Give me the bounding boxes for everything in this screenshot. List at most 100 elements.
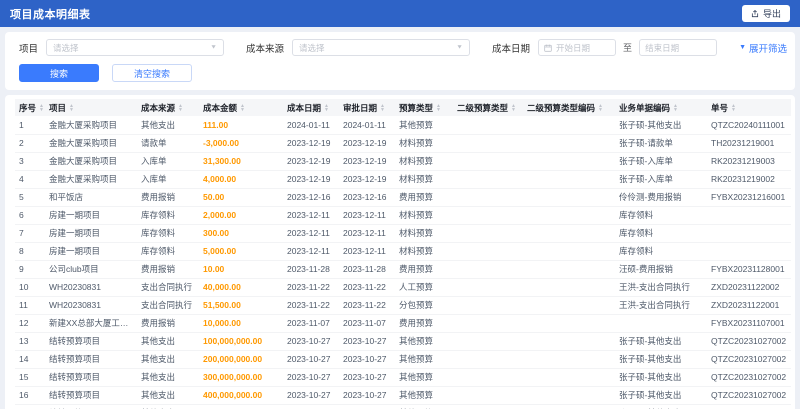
date-end-input[interactable] <box>645 42 712 53</box>
table-row: 8 房建一期项目 库存领料 5,000.00 2023-12-11 2023-12-11 材… <box>15 242 791 261</box>
column-header-4[interactable]: 成本金额 ▲ ▼ <box>199 99 283 116</box>
cell: 张子硕-其他支出 <box>615 386 707 405</box>
cell: 7 <box>15 224 45 243</box>
sort-icon[interactable]: ▲ ▼ <box>324 103 329 112</box>
cell: 300,000,000.00 <box>199 368 283 387</box>
cell: 2023-11-28 <box>283 260 339 279</box>
cell: 结转预算项目 <box>45 368 137 387</box>
cost-source-select-placeholder: 请选择 <box>299 42 325 53</box>
expand-filters-link[interactable]: ▼ 展开筛选 <box>739 41 787 55</box>
cell <box>523 134 615 153</box>
cell: 公司club项目 <box>45 260 137 279</box>
clear-search-button[interactable]: 清空搜索 <box>112 64 192 82</box>
cell: 2023-10-27 <box>283 350 339 369</box>
table-row: 7 房建一期项目 库存领料 300.00 2023-12-11 2023-12-11 材料预… <box>15 224 791 243</box>
cell: 房建一期项目 <box>45 224 137 243</box>
cell: 13 <box>15 332 45 351</box>
cell: RK20231219002 <box>707 170 791 189</box>
cell: 材料预算 <box>395 224 453 243</box>
column-header-10[interactable]: 业务单据编码 ▲ ▼ <box>615 99 707 116</box>
cell: FYBX20231216001 <box>707 188 791 207</box>
cell: 结转预算项目 <box>45 350 137 369</box>
column-header-7[interactable]: 预算类型 ▲ ▼ <box>395 99 453 116</box>
expand-filters-label: 展开筛选 <box>749 43 788 55</box>
cell: QTZC20240111001 <box>707 116 791 135</box>
cell: 2024-01-11 <box>339 116 395 135</box>
sort-icon[interactable]: ▲ ▼ <box>511 103 516 112</box>
cell: 4,000.00 <box>199 170 283 189</box>
cell: 张子硕-其他支出 <box>615 404 707 409</box>
column-label: 业务单据编码 <box>619 102 671 113</box>
search-button[interactable]: 搜索 <box>19 64 99 82</box>
cell: 2023-12-19 <box>283 152 339 171</box>
cell: 房建一期项目 <box>45 206 137 225</box>
cell: 其他预算 <box>395 368 453 387</box>
cell: 金融大厦采购项目 <box>45 152 137 171</box>
cell: 400,000,000.00 <box>199 386 283 405</box>
cell: 材料预算 <box>395 134 453 153</box>
cost-date-filter: 成本日期 至 <box>492 39 718 56</box>
column-header-11[interactable]: 单号 ▲ ▼ <box>707 99 791 116</box>
cell <box>523 296 615 315</box>
cell: 2023-10-27 <box>283 386 339 405</box>
filter-panel: 项目 请选择 ▼ 成本来源 请选择 ▼ 成本日期 至 <box>5 32 795 90</box>
sort-icon[interactable]: ▲ ▼ <box>731 103 736 112</box>
cell: 2024-01-11 <box>283 116 339 135</box>
sort-icon[interactable]: ▲ ▼ <box>240 103 245 112</box>
column-label: 审批日期 <box>343 102 378 113</box>
project-select[interactable]: 请选择 ▼ <box>46 39 225 56</box>
cell: 张子硕-入库单 <box>615 170 707 189</box>
column-label: 项目 <box>49 102 67 113</box>
cell: 500,000,000.00 <box>199 404 283 409</box>
cost-source-filter: 成本来源 请选择 ▼ <box>246 39 471 56</box>
cell: WH20230831 <box>45 296 137 315</box>
cell: 王洪-支出合同执行 <box>615 296 707 315</box>
cell: 2023-11-22 <box>339 278 395 297</box>
sort-icon[interactable]: ▲ ▼ <box>69 103 74 112</box>
sort-icon[interactable]: ▲ ▼ <box>178 103 183 112</box>
cell: 入库单 <box>137 170 199 189</box>
cost-source-filter-label: 成本来源 <box>246 43 285 55</box>
cell: 库存领料 <box>137 206 199 225</box>
cell: 2023-12-16 <box>283 188 339 207</box>
sort-icon[interactable]: ▲ ▼ <box>380 103 385 112</box>
cell: 2023-11-07 <box>339 314 395 333</box>
sort-icon[interactable]: ▲ ▼ <box>673 103 678 112</box>
column-header-5[interactable]: 成本日期 ▲ ▼ <box>283 99 339 116</box>
sort-icon[interactable]: ▲ ▼ <box>436 103 441 112</box>
cell: 2023-10-27 <box>339 404 395 409</box>
date-start-input[interactable] <box>556 42 611 53</box>
cost-source-select[interactable]: 请选择 ▼ <box>292 39 471 56</box>
cell: 材料预算 <box>395 170 453 189</box>
cell: 17 <box>15 404 45 409</box>
column-header-6[interactable]: 审批日期 ▲ ▼ <box>339 99 395 116</box>
cell: 库存领料 <box>615 224 707 243</box>
column-header-2[interactable]: 项目 ▲ ▼ <box>45 99 137 116</box>
cell: 3 <box>15 152 45 171</box>
cell: 材料预算 <box>395 152 453 171</box>
column-header-9[interactable]: 二级预算类型编码 ▲ ▼ <box>523 99 615 116</box>
cell <box>453 242 523 261</box>
column-header-3[interactable]: 成本来源 ▲ ▼ <box>137 99 199 116</box>
cell <box>707 242 791 261</box>
cell: 汪硕-费用报销 <box>615 260 707 279</box>
cell: 2023-11-28 <box>339 260 395 279</box>
cell <box>523 386 615 405</box>
cell: TH20231219001 <box>707 134 791 153</box>
export-button[interactable]: 导出 <box>741 5 790 22</box>
cell: 张子硕-请款单 <box>615 134 707 153</box>
cell: 2023-10-27 <box>339 332 395 351</box>
column-header-8[interactable]: 二级预算类型 ▲ ▼ <box>453 99 523 116</box>
cell: 分包预算 <box>395 296 453 315</box>
cell: 其他支出 <box>137 404 199 409</box>
column-header-1[interactable]: 序号 ▲ ▼ <box>15 99 45 116</box>
cell: 2023-10-27 <box>339 350 395 369</box>
sort-icon[interactable]: ▲ ▼ <box>39 103 44 112</box>
column-label: 单号 <box>711 102 729 113</box>
table-row: 12 新建XX总部大厦工程二期 费用报销 10,000.00 2023-11-07 202… <box>15 314 791 333</box>
cell: 11 <box>15 296 45 315</box>
sort-icon[interactable]: ▲ ▼ <box>598 103 603 112</box>
column-label: 成本日期 <box>287 102 322 113</box>
cell: 1 <box>15 116 45 135</box>
cell <box>453 260 523 279</box>
